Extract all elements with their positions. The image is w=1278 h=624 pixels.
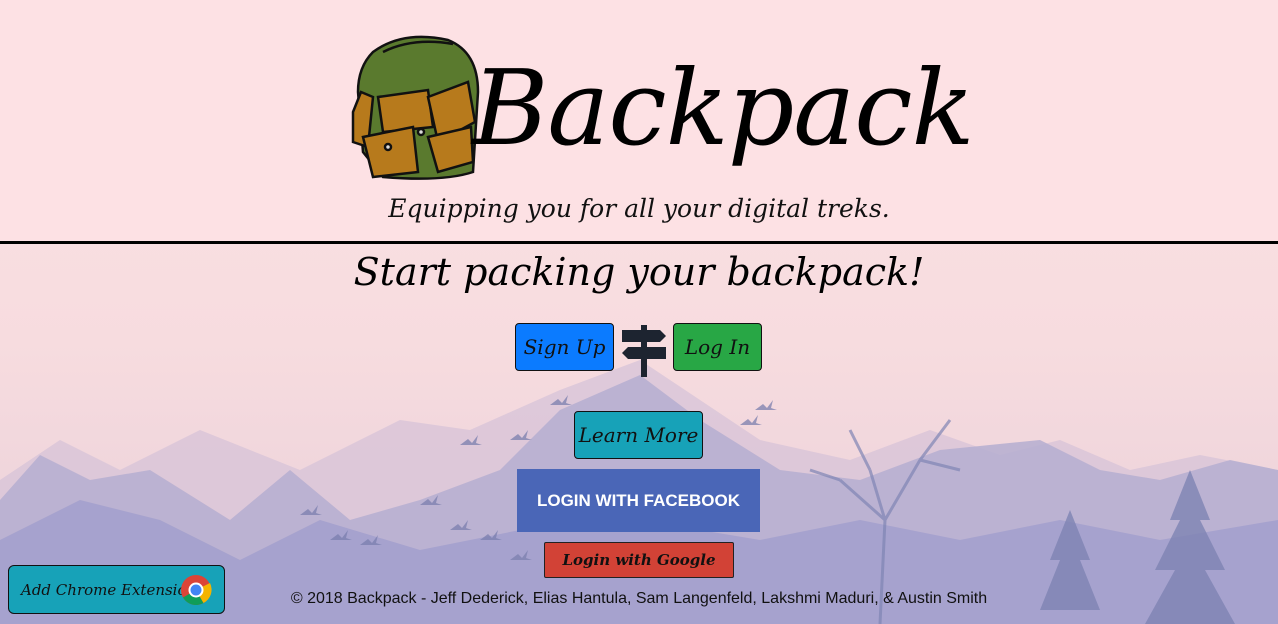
header: Backpack Equipping you for all your digi…: [0, 0, 1278, 244]
google-login-label: Login with Google: [562, 551, 716, 569]
sign-up-button[interactable]: Sign Up: [515, 323, 614, 371]
learn-more-label: Learn More: [578, 423, 699, 447]
learn-more-button[interactable]: Learn More: [574, 411, 703, 459]
facebook-login-button[interactable]: LOGIN WITH FACEBOOK: [517, 469, 760, 532]
signpost-icon: [622, 325, 666, 377]
page-headline: Start packing your backpack!: [353, 250, 925, 294]
google-login-button[interactable]: Login with Google: [544, 542, 734, 578]
tagline: Equipping you for all your digital treks…: [388, 194, 890, 223]
sign-up-label: Sign Up: [523, 335, 606, 359]
footer-copyright: © 2018 Backpack - Jeff Dederick, Elias H…: [290, 590, 988, 607]
log-in-button[interactable]: Log In: [673, 323, 762, 371]
log-in-label: Log In: [684, 335, 751, 359]
facebook-login-label: LOGIN WITH FACEBOOK: [536, 490, 741, 510]
brand-title: Backpack: [472, 47, 975, 169]
